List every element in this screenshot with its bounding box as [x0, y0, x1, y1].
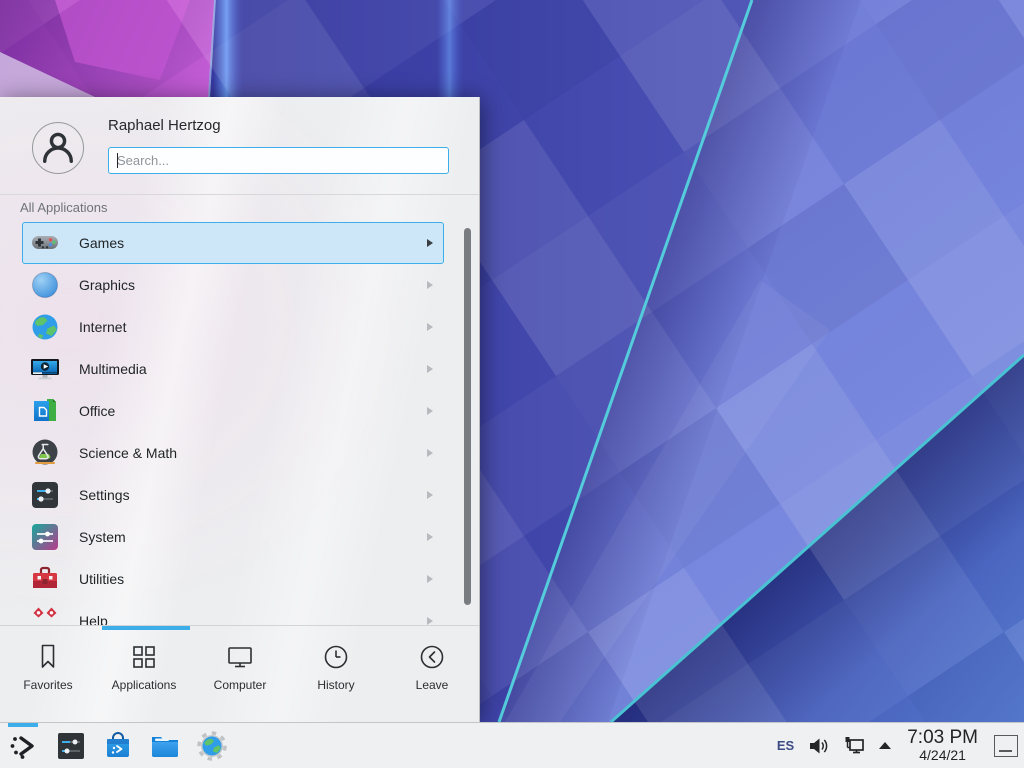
application-launcher-button[interactable] — [7, 729, 41, 763]
desktop: Raphael Hertzog All Applications — [0, 0, 1024, 768]
digital-clock[interactable]: 7:03 PM 4/24/21 — [907, 728, 978, 763]
settings-icon — [29, 479, 61, 511]
submenu-arrow-icon — [427, 491, 433, 499]
expand-tray-arrow[interactable] — [879, 742, 891, 749]
taskbar-launchers — [0, 723, 229, 768]
discover-icon — [101, 729, 135, 763]
tab-applications[interactable]: Applications — [96, 626, 192, 722]
app-category-label: Utilities — [79, 571, 124, 587]
applications-icon — [129, 642, 159, 672]
submenu-arrow-icon — [427, 239, 433, 247]
favorites-icon — [33, 642, 63, 672]
system-tray: ES 7:03 PM — [777, 723, 1024, 768]
app-category-utilities[interactable]: Utilities — [22, 558, 444, 600]
help-icon — [29, 605, 61, 625]
app-category-multimedia[interactable]: Multimedia — [22, 348, 444, 390]
kickoff-launcher-menu: Raphael Hertzog All Applications — [0, 97, 480, 722]
header-divider — [0, 194, 479, 195]
app-category-label: Help — [79, 613, 108, 625]
network-icon[interactable] — [842, 734, 866, 758]
computer-icon — [225, 642, 255, 672]
app-category-system[interactable]: System — [22, 516, 444, 558]
system-icon — [29, 521, 61, 553]
submenu-arrow-icon — [427, 281, 433, 289]
discover-software-center-launcher[interactable] — [101, 729, 135, 763]
keyboard-layout-indicator[interactable]: ES — [777, 738, 794, 753]
multimedia-icon — [29, 353, 61, 385]
web-browser-icon — [195, 729, 229, 763]
utilities-icon — [29, 563, 61, 595]
app-category-office[interactable]: Office — [22, 390, 444, 432]
list-scrollbar[interactable] — [464, 228, 471, 605]
application-category-list: Games Graphics — [0, 222, 480, 625]
leave-icon — [417, 642, 447, 672]
app-category-help[interactable]: Help — [22, 600, 444, 625]
taskbar-panel: ES 7:03 PM — [0, 722, 1024, 768]
user-icon — [33, 123, 83, 173]
system-settings-launcher[interactable] — [54, 729, 88, 763]
application-launcher-icon — [7, 729, 41, 763]
tab-favorites[interactable]: Favorites — [0, 626, 96, 722]
app-category-science-math[interactable]: Science & Math — [22, 432, 444, 474]
clock-date: 4/24/21 — [907, 748, 978, 763]
system-settings-icon — [54, 729, 88, 763]
graphics-icon — [29, 269, 61, 301]
active-task-indicator — [8, 723, 38, 727]
clock-time: 7:03 PM — [907, 728, 978, 748]
submenu-arrow-icon — [427, 365, 433, 373]
file-manager-launcher[interactable] — [148, 729, 182, 763]
tab-leave[interactable]: Leave — [384, 626, 480, 722]
app-category-label: System — [79, 529, 126, 545]
launcher-tab-bar: Favorites Applications Computer — [0, 626, 480, 722]
office-icon — [29, 395, 61, 427]
app-category-label: Multimedia — [79, 361, 147, 377]
internet-icon — [29, 311, 61, 343]
app-category-internet[interactable]: Internet — [22, 306, 444, 348]
user-avatar[interactable] — [32, 122, 84, 174]
launcher-header: Raphael Hertzog — [0, 97, 479, 194]
app-category-label: Settings — [79, 487, 130, 503]
section-label: All Applications — [20, 200, 107, 215]
web-browser-launcher[interactable] — [195, 729, 229, 763]
submenu-arrow-icon — [427, 323, 433, 331]
volume-icon[interactable] — [807, 735, 829, 757]
app-category-label: Science & Math — [79, 445, 177, 461]
app-category-settings[interactable]: Settings — [22, 474, 444, 516]
folder-icon — [148, 729, 182, 763]
app-category-label: Office — [79, 403, 115, 419]
tab-history[interactable]: History — [288, 626, 384, 722]
submenu-arrow-icon — [427, 575, 433, 583]
search-input[interactable] — [109, 148, 448, 173]
science-icon — [29, 437, 61, 469]
show-desktop-glyph — [999, 750, 1012, 752]
text-cursor — [117, 153, 118, 168]
user-name: Raphael Hertzog — [108, 117, 221, 134]
history-icon — [321, 642, 351, 672]
submenu-arrow-icon — [427, 617, 433, 625]
app-category-label: Games — [79, 235, 124, 251]
tab-computer[interactable]: Computer — [192, 626, 288, 722]
show-desktop-button[interactable] — [994, 735, 1018, 757]
app-category-graphics[interactable]: Graphics — [22, 264, 444, 306]
games-icon — [29, 227, 61, 259]
submenu-arrow-icon — [427, 449, 433, 457]
app-category-label: Internet — [79, 319, 126, 335]
search-box — [108, 147, 449, 174]
app-category-label: Graphics — [79, 277, 135, 293]
submenu-arrow-icon — [427, 533, 433, 541]
submenu-arrow-icon — [427, 407, 433, 415]
app-category-games[interactable]: Games — [22, 222, 444, 264]
